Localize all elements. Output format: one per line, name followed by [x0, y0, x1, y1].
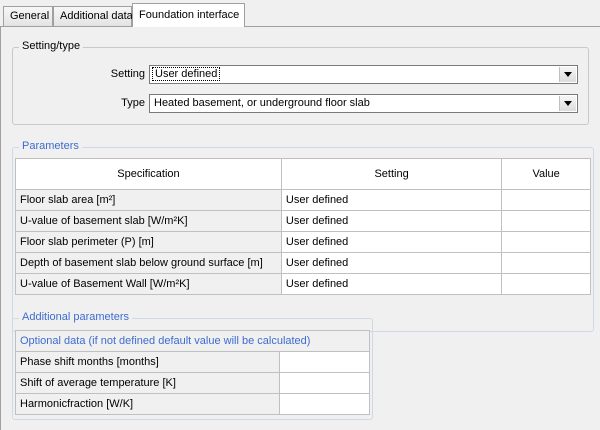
chevron-down-icon[interactable] — [559, 96, 576, 111]
setting-type-title: Setting/type — [19, 40, 84, 52]
tab-additional-data[interactable]: Additional data — [53, 6, 133, 26]
parameters-header-row: Specification Setting Value — [15, 158, 591, 190]
table-row: U-value of Basement Wall [W/m²K] User de… — [15, 273, 591, 295]
row-setting-cell[interactable]: User defined — [280, 210, 503, 232]
row-setting-cell[interactable]: User defined — [280, 231, 503, 253]
row-spec: Floor slab perimeter (P) [m] — [15, 231, 282, 253]
type-label: Type — [121, 97, 145, 109]
column-header-value: Value — [501, 158, 591, 190]
row-value-cell[interactable] — [279, 372, 370, 394]
setting-label: Setting — [110, 68, 145, 80]
table-row: Depth of basement slab below ground surf… — [15, 252, 591, 274]
optional-note-row: Optional data (if not defined default va… — [15, 330, 370, 352]
row-spec: Harmonicfraction [W/K] — [14, 393, 281, 415]
table-row: Harmonicfraction [W/K] — [14, 393, 370, 415]
foundation-interface-panel: Setting/type Setting User defined Type H… — [0, 27, 600, 430]
tab-foundation-interface[interactable]: Foundation interface — [132, 3, 245, 27]
row-value-cell[interactable] — [501, 210, 591, 232]
row-value-cell[interactable] — [501, 273, 591, 295]
column-header-setting: Setting — [280, 158, 503, 190]
row-spec: Phase shift months [months] — [14, 351, 281, 373]
row-value-cell[interactable] — [501, 252, 591, 274]
table-row: U-value of basement slab [W/m²K] User de… — [15, 210, 591, 232]
row-setting-cell[interactable]: User defined — [280, 189, 503, 211]
table-row: Floor slab perimeter (P) [m] User define… — [15, 231, 591, 253]
column-header-specification: Specification — [15, 158, 282, 190]
row-spec: Shift of average temperature [K] — [14, 372, 281, 394]
row-setting-cell[interactable]: User defined — [280, 273, 503, 295]
setting-type-group: Setting/type Setting User defined Type H… — [12, 40, 589, 125]
type-select[interactable]: Heated basement, or underground floor sl… — [149, 94, 578, 113]
row-value-cell[interactable] — [279, 351, 370, 373]
chevron-down-icon[interactable] — [559, 67, 576, 82]
setting-select-value: User defined — [152, 67, 221, 81]
row-spec: Floor slab area [m²] — [15, 189, 282, 211]
additional-parameters-title: Additional parameters — [19, 311, 133, 323]
table-row: Shift of average temperature [K] — [14, 372, 370, 394]
row-spec: Depth of basement slab below ground surf… — [15, 252, 282, 274]
row-value-cell[interactable] — [501, 231, 591, 253]
parameters-table: Specification Setting Value Floor slab a… — [15, 158, 591, 295]
setting-select[interactable]: User defined — [149, 65, 578, 84]
row-spec: U-value of basement slab [W/m²K] — [15, 210, 282, 232]
additional-parameters-table: Optional data (if not defined default va… — [14, 330, 370, 415]
table-row: Floor slab area [m²] User defined — [15, 189, 591, 211]
row-value-cell[interactable] — [501, 189, 591, 211]
type-select-value: Heated basement, or underground floor sl… — [154, 97, 370, 109]
tab-general[interactable]: General — [3, 6, 53, 26]
tab-strip: General Additional data Foundation inter… — [0, 0, 600, 27]
row-setting-cell[interactable]: User defined — [280, 252, 503, 274]
row-value-cell[interactable] — [279, 393, 370, 415]
optional-note: Optional data (if not defined default va… — [15, 330, 370, 352]
table-row: Phase shift months [months] — [14, 351, 370, 373]
parameters-title: Parameters — [19, 140, 82, 152]
row-spec: U-value of Basement Wall [W/m²K] — [15, 273, 282, 295]
